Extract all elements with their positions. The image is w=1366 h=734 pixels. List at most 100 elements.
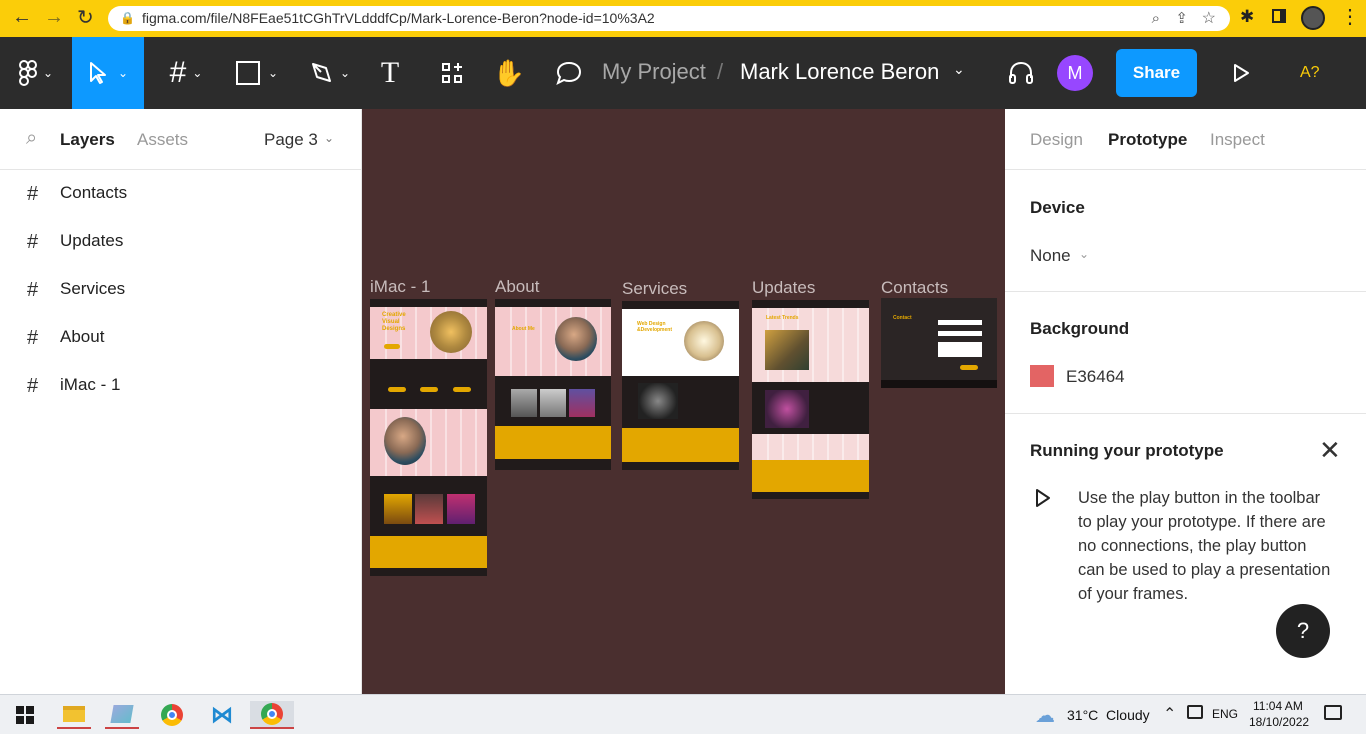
frame-label-services[interactable]: Services <box>622 279 687 299</box>
frame-label-about[interactable]: About <box>495 277 539 297</box>
properties-panel: Design Prototype Inspect Device None ⌄ B… <box>1005 109 1366 694</box>
notes-app-button[interactable] <box>105 701 139 729</box>
pen-icon <box>311 63 331 82</box>
background-swatch[interactable] <box>1030 365 1054 387</box>
language-indicator[interactable]: ENG <box>1212 707 1238 721</box>
device-heading: Device <box>1030 198 1085 217</box>
move-tool-button[interactable]: ⌄ <box>72 37 144 109</box>
device-select[interactable]: None <box>1030 246 1071 266</box>
chevron-down-icon[interactable]: ⌄ <box>953 61 965 78</box>
about-title: About Me <box>512 326 535 332</box>
frame-services[interactable]: Web Design &Development <box>622 301 739 470</box>
frame-imac-1[interactable]: Creative Visual Designs <box>370 299 487 576</box>
file-name[interactable]: Mark Lorence Beron <box>740 59 939 85</box>
reload-icon[interactable]: ↻ <box>77 5 94 30</box>
notification-icon[interactable] <box>1324 705 1342 720</box>
tab-assets[interactable]: Assets <box>137 130 188 150</box>
frame-tool-button[interactable]: # ⌄ <box>160 37 212 109</box>
profile-avatar[interactable] <box>1301 6 1325 30</box>
clock-date[interactable]: 18/10/2022 <box>1249 715 1309 729</box>
design-canvas[interactable]: iMac - 1 About Services Updates Contacts… <box>362 109 1005 694</box>
hand-tool-button[interactable]: ✋ <box>490 37 528 109</box>
share-label: Share <box>1132 63 1181 82</box>
zoom-icon[interactable]: ⌕ <box>1152 6 1160 31</box>
pen-tool-button[interactable]: ⌄ <box>304 37 356 109</box>
tab-inspect[interactable]: Inspect <box>1210 130 1265 150</box>
clock-time[interactable]: 11:04 AM <box>1253 699 1303 713</box>
running-prototype-text: Use the play button in the toolbar to pl… <box>1078 489 1331 603</box>
vscode-icon: ⋈ <box>211 702 233 727</box>
comment-tool-button[interactable] <box>550 37 588 109</box>
audio-button[interactable] <box>1004 37 1038 109</box>
components-icon <box>442 63 462 83</box>
frame-label-imac-1[interactable]: iMac - 1 <box>370 277 430 297</box>
weather-text[interactable]: 31°C Cloudy <box>1067 707 1150 723</box>
shape-tool-button[interactable]: ⌄ <box>230 37 284 109</box>
play-icon <box>1036 489 1050 507</box>
layer-item-about[interactable]: # About <box>0 313 362 361</box>
network-icon[interactable] <box>1187 705 1203 719</box>
menu-icon[interactable]: ⋮ <box>1340 4 1360 29</box>
layer-item-contacts[interactable]: # Contacts <box>0 169 362 217</box>
comment-icon <box>556 61 582 85</box>
frame-contacts[interactable]: Contact <box>881 298 997 388</box>
layer-item-imac-1[interactable]: # iMac - 1 <box>0 361 362 409</box>
share-button[interactable]: Share <box>1116 49 1197 97</box>
present-button[interactable] <box>1226 37 1256 109</box>
main-menu-button[interactable]: ⌄ <box>10 37 62 109</box>
layer-label: Services <box>60 279 126 298</box>
frame-label-contacts[interactable]: Contacts <box>881 278 948 298</box>
file-explorer-button[interactable] <box>57 701 91 729</box>
url-text: figma.com/file/N8FEae51tCGhTrVLdddfCp/Ma… <box>142 10 655 26</box>
browser-bar: ← → ↻ 🔒 figma.com/file/N8FEae51tCGhTrVLd… <box>0 0 1366 37</box>
frame-icon: # <box>169 56 187 89</box>
chrome-profile-button[interactable] <box>250 701 294 729</box>
project-name[interactable]: My Project <box>602 59 706 85</box>
frame-about[interactable]: About Me <box>495 299 611 470</box>
layer-item-updates[interactable]: # Updates <box>0 217 362 265</box>
frame-icon: # <box>27 231 39 253</box>
layer-label: iMac - 1 <box>60 375 121 394</box>
frame-label-updates[interactable]: Updates <box>752 278 815 298</box>
text-tool-button[interactable]: T <box>372 37 408 109</box>
share-page-icon[interactable]: ⇪ <box>1175 6 1188 31</box>
hand-icon: ✋ <box>492 57 526 88</box>
tab-layers[interactable]: Layers <box>60 130 115 150</box>
chevron-down-icon[interactable]: ⌄ <box>1079 247 1089 261</box>
close-icon[interactable]: ✕ <box>1319 435 1341 466</box>
frame-updates[interactable]: Latest Trends <box>752 300 869 499</box>
background-hex-input[interactable]: E36464 <box>1066 367 1125 387</box>
chrome-icon <box>161 704 183 726</box>
chevron-down-icon: ⌄ <box>192 66 203 80</box>
chevron-down-icon: ⌄ <box>339 66 351 80</box>
chevron-up-icon[interactable]: ⌃ <box>1163 704 1176 724</box>
search-icon[interactable]: ⌕ <box>26 127 37 150</box>
user-avatar[interactable]: M <box>1057 55 1093 91</box>
chevron-down-icon: ⌄ <box>267 66 279 80</box>
contacts-title: Contact <box>893 315 912 321</box>
side-panel-icon[interactable] <box>1272 9 1286 23</box>
extensions-icon[interactable]: ✱ <box>1240 7 1254 27</box>
address-bar[interactable]: 🔒 figma.com/file/N8FEae51tCGhTrVLdddfCp/… <box>108 6 1230 31</box>
folder-icon <box>63 706 85 722</box>
page-selector[interactable]: Page 3 <box>264 130 318 150</box>
resources-button[interactable] <box>434 37 470 109</box>
help-button[interactable]: ? <box>1276 604 1330 658</box>
chrome-icon <box>261 703 283 725</box>
chrome-button[interactable] <box>155 701 189 729</box>
forward-icon[interactable]: → <box>44 6 64 29</box>
back-icon[interactable]: ← <box>12 6 32 29</box>
frame-icon: # <box>27 279 39 301</box>
services-title: Web Design &Development <box>637 321 673 333</box>
tab-prototype[interactable]: Prototype <box>1108 130 1187 150</box>
layer-item-services[interactable]: # Services <box>0 265 362 313</box>
cloud-icon: ☁ <box>1035 705 1055 727</box>
lock-icon: 🔒 <box>120 11 135 25</box>
frame-icon: # <box>27 183 39 205</box>
vscode-button[interactable]: ⋈ <box>205 701 239 729</box>
chevron-down-icon[interactable]: ⌄ <box>324 131 334 145</box>
tab-design[interactable]: Design <box>1030 130 1083 150</box>
windows-start-button[interactable] <box>8 701 42 729</box>
zoom-menu[interactable]: A? <box>1300 64 1320 82</box>
bookmark-star-icon[interactable]: ☆ <box>1202 6 1216 31</box>
